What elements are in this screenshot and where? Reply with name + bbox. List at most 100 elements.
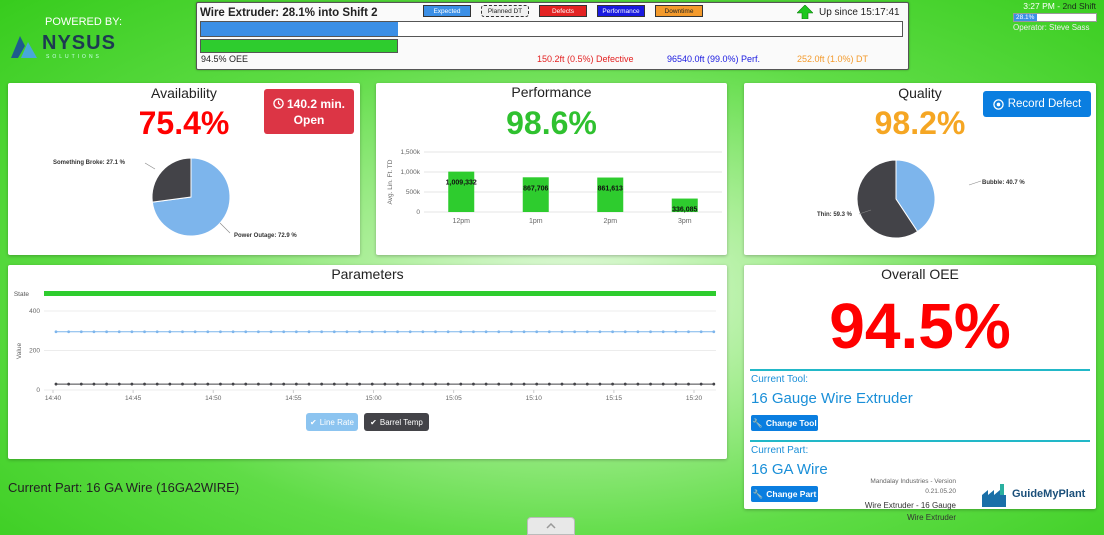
- series-point: [332, 330, 336, 334]
- collapse-tab[interactable]: [527, 517, 575, 535]
- bar-value-label: 867,706: [523, 185, 548, 192]
- parameters-card: Parameters State 0 200 400 Value 14:40 14:45 14…: [8, 265, 727, 459]
- bar-value-label: 861,613: [598, 186, 623, 193]
- series-point: [712, 382, 716, 386]
- check-icon: ✔: [310, 417, 317, 427]
- series-point: [54, 330, 58, 334]
- series-point: [155, 382, 159, 386]
- pie-label-thin: Thin: 59.3 %: [817, 212, 853, 218]
- series-point: [257, 382, 260, 386]
- powered-by-label: POWERED BY:: [45, 16, 123, 28]
- legend-barrel-temp-button[interactable]: ✔ Barrel Temp: [364, 413, 429, 431]
- series-point: [472, 330, 475, 334]
- up-arrow-icon: [797, 5, 813, 19]
- defective-text: 150.2ft (0.5%) Defective: [537, 54, 634, 64]
- series-point: [459, 330, 463, 334]
- machine-title: Wire Extruder: 28.1% into Shift 2: [200, 7, 378, 19]
- series-point: [155, 330, 159, 334]
- header-panel: Wire Extruder: 28.1% into Shift 2 Expect…: [196, 2, 909, 70]
- state-band: [44, 291, 716, 296]
- x-tick-label: 15:20: [686, 395, 703, 402]
- overall-oee-card: Overall OEE 94.5% Current Tool: 16 Gauge…: [744, 265, 1096, 522]
- series-point: [307, 330, 311, 334]
- series-point: [143, 382, 146, 386]
- pie-label-something-broke: Something Broke: 27.1 %: [53, 160, 126, 166]
- change-part-label: Change Part: [766, 489, 817, 499]
- series-point: [510, 330, 513, 334]
- series-point: [484, 382, 488, 386]
- series-point: [636, 330, 640, 334]
- series-point: [92, 382, 96, 386]
- series-point: [712, 330, 716, 334]
- chevron-up-icon: [546, 523, 556, 529]
- series-point: [117, 382, 121, 386]
- series-point: [206, 330, 210, 334]
- shift-progress-text: 28.1%: [1016, 14, 1035, 21]
- pie-slice: [151, 157, 192, 203]
- change-tool-button[interactable]: 🔧 Change Tool: [751, 415, 818, 431]
- series-point: [231, 382, 235, 386]
- check-icon: ✔: [370, 417, 377, 427]
- bar: [522, 177, 549, 212]
- pie-label-bubble: Bubble: 40.7 %: [982, 180, 1025, 186]
- legend-line-rate-button[interactable]: ✔ Line Rate: [306, 413, 358, 431]
- series-point: [67, 330, 71, 334]
- series-point: [472, 382, 475, 386]
- series-point: [219, 330, 222, 334]
- x-tick-label: 15:15: [606, 395, 623, 402]
- tool-divider: [750, 369, 1090, 371]
- series-point: [446, 382, 450, 386]
- quality-pie-chart: [856, 159, 982, 239]
- bar: [448, 171, 475, 212]
- performance-bar-chart: 0 500k 1,000k 1,500k Avg. Lin. Ft. TD 1,009,3…: [387, 149, 722, 225]
- legend-item: Planned DT: [481, 5, 529, 17]
- series-point: [130, 382, 134, 386]
- shift-name: 2nd Shift: [1062, 1, 1096, 11]
- series-point: [560, 330, 564, 334]
- series-point: [585, 382, 589, 386]
- change-part-button[interactable]: 🔧 Change Part: [751, 486, 818, 502]
- oee-text: 94.5% OEE: [201, 54, 249, 64]
- x-tick-label: 15:00: [365, 395, 382, 402]
- legend: Expected Planned DT Defects Performance Down…: [423, 5, 713, 17]
- oee-bar-track: [200, 39, 903, 53]
- legend-item: Performance: [597, 5, 645, 17]
- overall-oee-value: 94.5%: [829, 290, 1011, 362]
- series-point: [130, 330, 134, 334]
- legend-item: Expected: [423, 5, 471, 17]
- series-point: [560, 382, 564, 386]
- factory-icon: [982, 484, 1006, 507]
- series-point: [649, 330, 652, 334]
- y-axis-label: Avg. Lin. Ft. TD: [387, 159, 394, 204]
- wrench-icon: 🔧: [752, 417, 763, 428]
- current-part-name: 16 GA Wire: [751, 461, 828, 478]
- x-tick-label: 1pm: [529, 218, 543, 225]
- oee-bar-fill: [200, 39, 398, 53]
- nysus-logo-text: NYSUS: [42, 32, 116, 54]
- series-point: [383, 330, 387, 334]
- series-point: [598, 382, 602, 386]
- legend-line-rate-label: Line Rate: [319, 417, 354, 427]
- series-point: [649, 382, 652, 386]
- series-point: [522, 330, 526, 334]
- series-point: [282, 330, 286, 334]
- series-point: [332, 382, 336, 386]
- series-point: [611, 382, 614, 386]
- series-point: [661, 330, 665, 334]
- series-point: [54, 382, 58, 386]
- y-tick-label: 0: [36, 387, 40, 394]
- x-tick-label: 15:10: [526, 395, 543, 402]
- series-point: [231, 330, 235, 334]
- y-axis-label: Value: [16, 343, 23, 360]
- wrench-icon: 🔧: [752, 488, 764, 499]
- series-point: [294, 382, 298, 386]
- series-point: [370, 382, 374, 386]
- pie-leader-line: [968, 180, 982, 186]
- series-point: [585, 330, 589, 334]
- series-point: [421, 330, 425, 334]
- current-part-summary: Current Part: 16 GA Wire (16GA2WIRE): [8, 480, 240, 495]
- series-point: [674, 330, 678, 334]
- clock-time: 3:27 PM: [1023, 1, 1055, 11]
- series-point: [269, 330, 273, 334]
- quality-card: Quality 98.2% Record Defect Bubble: 40.7…: [744, 83, 1096, 255]
